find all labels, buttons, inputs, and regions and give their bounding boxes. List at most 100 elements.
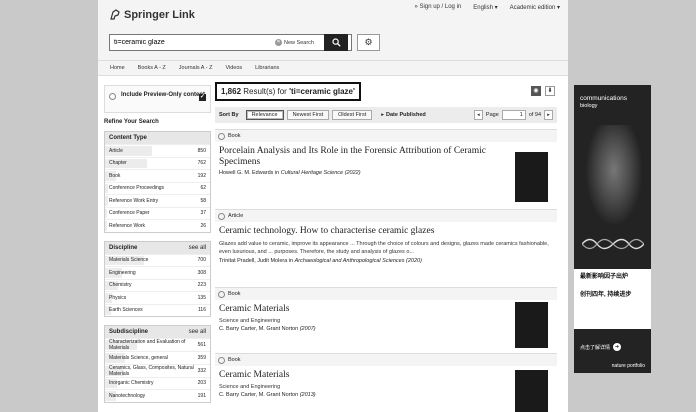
page-input[interactable]: 1 bbox=[501, 110, 526, 120]
facet-item-label: Materials Science bbox=[109, 257, 149, 264]
ad-footer: nature portfolio bbox=[611, 363, 645, 369]
facet-item-count: 26 bbox=[200, 222, 206, 229]
ad-headline: 最新影响因子出炉 bbox=[580, 274, 629, 280]
facet-item-count: 308 bbox=[197, 269, 206, 276]
facet-item-count: 700 bbox=[197, 257, 206, 264]
nav-videos[interactable]: Videos bbox=[225, 65, 242, 71]
facet-item-count: 37 bbox=[200, 210, 206, 217]
new-search-link[interactable]: ✕ New Search bbox=[272, 39, 317, 46]
preview-toggle[interactable]: Include Preview-Only content ✓ bbox=[104, 85, 211, 113]
see-all-link[interactable]: see all bbox=[189, 329, 206, 335]
ad-cta[interactable]: 点击了解详情 ➜ bbox=[580, 343, 622, 351]
facet-item-label: Reference Work bbox=[109, 222, 146, 229]
advertisement[interactable]: communications biology 最新影响因子出炉 创刊四年, 持续… bbox=[574, 85, 651, 373]
facet-item[interactable]: Nanotechnology 191 bbox=[105, 389, 210, 402]
language-select[interactable]: English ▾ bbox=[473, 4, 497, 11]
result-title[interactable]: Porcelain Analysis and Its Role in the F… bbox=[215, 142, 557, 168]
facet-item[interactable]: Earth Sciences 116 bbox=[105, 303, 210, 317]
result-authors: Howell G. M. Edwards in Cultural Heritag… bbox=[219, 170, 361, 176]
book-icon bbox=[218, 290, 225, 298]
search-input[interactable] bbox=[110, 35, 272, 50]
sort-relevance[interactable]: Relevance bbox=[245, 110, 284, 120]
nav-books[interactable]: Books A - Z bbox=[138, 65, 166, 71]
facet-item-count: 58 bbox=[200, 197, 206, 204]
result-count-box: 1,862 Result(s) for 'ti=ceramic glaze' bbox=[215, 81, 361, 101]
prev-page-button[interactable]: ◂ bbox=[473, 110, 483, 120]
facet-count-bar bbox=[105, 208, 108, 218]
page-label: Page bbox=[485, 112, 499, 118]
result-authors: C. Barry Carter, M. Grant Norton (2007) bbox=[219, 326, 316, 332]
result-title[interactable]: Ceramic Materials bbox=[215, 366, 557, 381]
facet-item[interactable]: Chemistry 223 bbox=[105, 278, 210, 292]
book-cover[interactable] bbox=[515, 152, 548, 202]
page-of: of 94 bbox=[528, 112, 541, 118]
result-authors: Trinitat Pradell, Judit Molera in Archae… bbox=[219, 258, 422, 264]
result-item: Book Porcelain Analysis and Its Role in … bbox=[215, 129, 557, 209]
pager: ◂ Page 1 of 94 ▸ bbox=[473, 110, 553, 120]
facet-item[interactable]: Physics 135 bbox=[105, 291, 210, 304]
ad-text-panel: 最新影响因子出炉 创刊四年, 持续进步 bbox=[574, 269, 651, 329]
preview-label: Include Preview-Only content bbox=[121, 92, 206, 98]
see-all-link[interactable]: see all bbox=[189, 245, 206, 251]
facet-item[interactable]: Conference Proceedings 62 bbox=[105, 181, 210, 195]
facet-item-count: 203 bbox=[197, 380, 206, 387]
facet-count-bar bbox=[105, 183, 109, 193]
facet-item[interactable]: Inorganic Chemistry 203 bbox=[105, 376, 210, 390]
next-page-button[interactable]: ▸ bbox=[544, 110, 553, 120]
result-item: Book Ceramic Materials Science and Engin… bbox=[215, 287, 557, 353]
facet-item-label: Conference Proceedings bbox=[109, 185, 165, 192]
settings-button[interactable]: ⚙ bbox=[357, 34, 380, 51]
clear-icon[interactable]: ✕ bbox=[275, 39, 282, 46]
facet-item-count: 223 bbox=[197, 282, 206, 289]
facet-item-label: Physics bbox=[109, 294, 127, 301]
facet-item[interactable]: Materials Science 700 bbox=[105, 253, 210, 267]
result-title[interactable]: Ceramic Materials bbox=[215, 300, 557, 315]
facet-item[interactable]: Materials Science, general 359 bbox=[105, 351, 210, 364]
gear-icon: ⚙ bbox=[364, 37, 373, 47]
nav-journals[interactable]: Journals A - Z bbox=[179, 65, 213, 71]
preview-checkbox[interactable]: ✓ bbox=[199, 94, 206, 101]
springer-link-logo[interactable]: Springer Link bbox=[109, 9, 195, 21]
new-search-label: New Search bbox=[284, 39, 314, 46]
book-cover[interactable] bbox=[515, 302, 548, 348]
ad-image bbox=[586, 125, 642, 225]
rss-icon[interactable]: ◉ bbox=[531, 86, 541, 96]
search-button[interactable] bbox=[324, 34, 348, 51]
facet-item-count: 762 bbox=[197, 160, 206, 167]
facet-item[interactable]: Book 192 bbox=[105, 169, 210, 182]
article-icon bbox=[218, 212, 225, 220]
logo-text: Springer Link bbox=[124, 9, 195, 21]
facet-item[interactable]: Ceramics, Glass, Composites, Natural Mat… bbox=[105, 363, 210, 377]
sign-in-link[interactable]: » Sign up / Log in bbox=[415, 4, 462, 11]
facet-discipline: Discipline see all Materials Science 700 En… bbox=[104, 240, 211, 317]
springer-horse-icon bbox=[110, 9, 120, 20]
nav-librarians[interactable]: Librarians bbox=[255, 65, 279, 71]
sort-newest[interactable]: Newest First bbox=[286, 110, 330, 120]
edition-select[interactable]: Academic edition ▾ bbox=[510, 4, 560, 11]
result-subtitle: Science and Engineering bbox=[219, 384, 281, 390]
facet-item[interactable]: Reference Work Entry 58 bbox=[105, 194, 210, 207]
facet-item-label: Nanotechnology bbox=[109, 392, 146, 399]
sort-oldest[interactable]: Oldest First bbox=[332, 110, 373, 120]
date-published-filter[interactable]: ▸ Date Published bbox=[381, 112, 430, 118]
facet-item-label: Characterization and Evaluation of Mater… bbox=[109, 339, 186, 351]
nav-home[interactable]: Home bbox=[110, 65, 125, 71]
result-snippet: Glazes add value to ceramic, improve its… bbox=[219, 241, 549, 255]
facet-item[interactable]: Reference Work 26 bbox=[105, 219, 210, 232]
facet-item[interactable]: Conference Paper 37 bbox=[105, 206, 210, 220]
result-title[interactable]: Ceramic technology. How to characterise … bbox=[215, 222, 557, 237]
page: Springer Link » Sign up / Log in English… bbox=[98, 0, 568, 412]
sort-bar: Sort By Relevance Newest First Oldest Fi… bbox=[215, 107, 557, 123]
result-type: Article bbox=[215, 210, 557, 222]
download-icon[interactable]: ⬇ bbox=[545, 86, 555, 96]
facet-item[interactable]: Chapter 762 bbox=[105, 156, 210, 170]
facet-item[interactable]: Article 850 bbox=[105, 144, 210, 157]
facet-item[interactable]: Characterization and Evaluation of Mater… bbox=[105, 338, 210, 351]
facet-item-count: 116 bbox=[198, 307, 206, 314]
facet-count-bar bbox=[105, 196, 109, 206]
book-cover[interactable] bbox=[515, 370, 548, 412]
facet-item-label: Ceramics, Glass, Composites, Natural Mat… bbox=[109, 364, 194, 377]
facet-item-label: Conference Paper bbox=[109, 210, 150, 217]
facet-item[interactable]: Engineering 308 bbox=[105, 266, 210, 279]
facet-item-count: 850 bbox=[197, 147, 206, 154]
